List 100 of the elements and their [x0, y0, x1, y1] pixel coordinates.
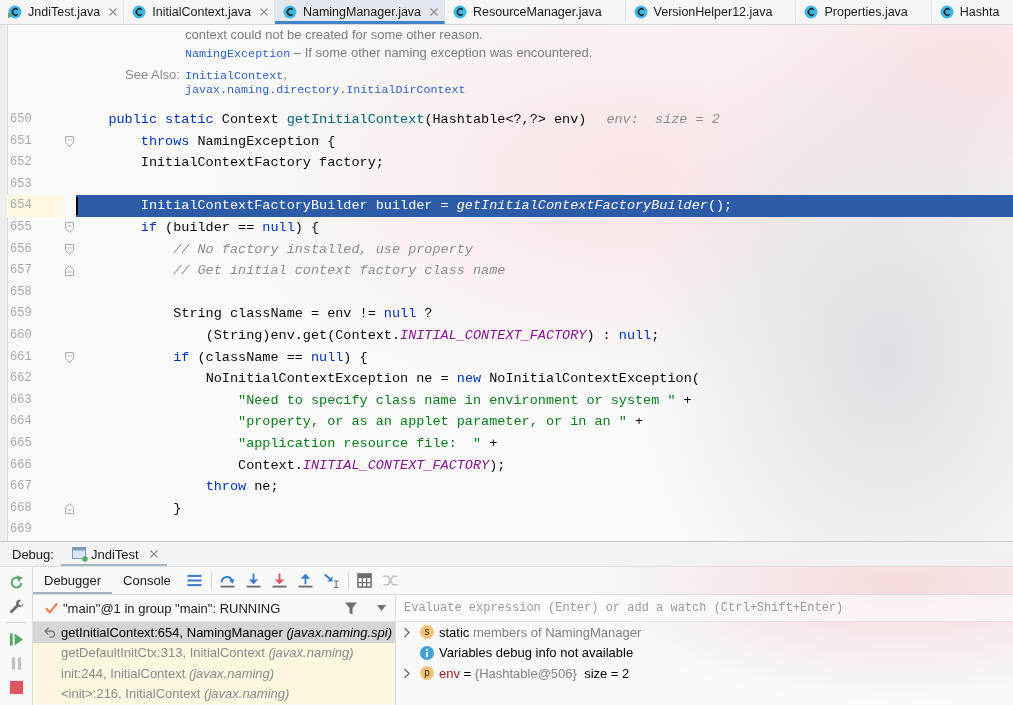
close-icon[interactable] — [149, 550, 158, 558]
fold-marker-icon[interactable] — [65, 503, 74, 514]
editor-tab[interactable]: Properties.java — [796, 0, 932, 24]
line-number: 664 — [9, 413, 33, 431]
editor-tab[interactable]: VersionHelper12.java — [625, 0, 797, 24]
see-also-label: See Also: — [125, 66, 181, 80]
wrench-icon — [8, 598, 24, 614]
editor-tab[interactable]: ResourceManager.java — [445, 0, 626, 24]
code-line: (String)env.get(Context.INITIAL_CONTEXT_FACTORY) : null; — [205, 326, 660, 345]
down-arrow-icon — [272, 573, 288, 588]
watch-input[interactable]: Evaluate expression (Enter) or add a watch (Ctrl+Shift+Enter) — [396, 595, 1013, 622]
line-number: 657 — [9, 262, 33, 280]
class-icon — [633, 5, 648, 19]
inline-value-hint: env: size = 2 — [606, 111, 720, 129]
line-number: 659 — [9, 305, 33, 323]
class-icon — [132, 5, 147, 19]
line-number: 653 — [9, 175, 33, 193]
info-icon — [420, 645, 434, 660]
line-number: 658 — [9, 283, 33, 301]
line-number: 666 — [9, 456, 33, 474]
line-number: 669 — [9, 521, 33, 539]
doc-link[interactable]: NamingException — [185, 47, 291, 61]
line-number: 663 — [9, 391, 33, 409]
runnable-class-icon — [8, 5, 22, 19]
line-number: 662 — [9, 370, 33, 388]
filter-icon[interactable] — [345, 601, 357, 615]
code-line: "application resource file: " + — [238, 434, 498, 453]
fold-marker-icon[interactable] — [65, 243, 74, 255]
chevron-icon[interactable] — [403, 626, 411, 638]
variable-label[interactable]: env = {Hashtable@506} size = 2 — [439, 665, 630, 681]
code-line: throw ne; — [205, 478, 279, 497]
class-icon — [282, 5, 297, 19]
line-number: 665 — [9, 434, 33, 452]
doc-text: NamingException – If some other naming exception was encountered. — [185, 44, 594, 62]
caret-icon[interactable] — [377, 605, 386, 611]
line-number: 651 — [9, 132, 33, 150]
editor-tab[interactable]: JndiTest.java — [0, 0, 125, 24]
text-caret — [76, 197, 78, 215]
debug-label: Debug: — [11, 546, 54, 562]
fold-marker-icon[interactable] — [65, 222, 74, 234]
editor-tab[interactable]: InitialContext.java — [124, 0, 275, 24]
arrow-cursor-icon — [324, 573, 340, 588]
down-arrow-icon — [246, 573, 262, 588]
stop-icon — [8, 679, 24, 695]
editor-tab[interactable]: Hashta — [931, 0, 1013, 24]
circular-arrow-icon — [8, 574, 24, 590]
code-line: } — [173, 499, 182, 518]
class-icon — [804, 5, 819, 19]
code-line: throws NamingException { — [140, 132, 336, 151]
variable-label[interactable]: static members of NamingManager — [439, 624, 642, 640]
close-icon[interactable] — [430, 8, 439, 16]
code-line: String className = env != null ? — [173, 305, 433, 324]
crossing-lines-icon — [383, 573, 399, 588]
curved-arrow-icon — [220, 573, 236, 588]
check-icon — [45, 602, 58, 614]
code-line: "Need to specify class name in environment or system " + — [238, 391, 692, 410]
doc-link[interactable]: InitialContext — [185, 69, 284, 83]
code-line: // Get initial context factory class name — [173, 262, 506, 281]
doc-link[interactable]: javax.naming.directory.InitialDirContext — [185, 83, 466, 97]
debug-session-tab[interactable]: JndiTest — [60, 542, 167, 566]
line-number: 668 — [9, 499, 33, 517]
stack-frame[interactable]: getInitialContext:654, NamingManager (javax.naming.spi) — [33, 622, 395, 643]
line-number: 660 — [9, 326, 33, 344]
thread-selector[interactable]: "main"@1 in group "main": RUNNING — [63, 600, 340, 616]
editor-tab[interactable]: NamingManager.java — [274, 0, 446, 24]
close-icon[interactable] — [109, 8, 118, 16]
static-icon: s — [420, 625, 434, 640]
line-number: 655 — [9, 218, 33, 236]
return-arrow-icon — [44, 626, 56, 638]
view-tab[interactable]: Console — [112, 567, 182, 594]
line-number: 661 — [9, 348, 33, 366]
doc-text: context could not be created for some other reason. — [185, 26, 484, 44]
code-line: public static Context getInitialContext(Hashtable<?,?> env) — [108, 111, 587, 129]
line-number: 654 — [7, 195, 63, 217]
code-line: NoInitialContextException ne = new NoInitialContextException( — [205, 370, 700, 389]
close-icon[interactable] — [259, 8, 268, 16]
code-line: InitialContextFactoryBuilder builder = getInitialContextFactoryBuilder(); — [140, 197, 733, 216]
window-icon — [71, 546, 88, 562]
class-icon — [453, 5, 468, 19]
lines-icon — [187, 573, 203, 588]
code-line: Context.INITIAL_CONTEXT_FACTORY); — [238, 456, 506, 475]
doc-text: InitialContext, — [185, 66, 288, 80]
fold-marker-icon[interactable] — [65, 135, 74, 147]
fold-marker-icon[interactable] — [65, 351, 74, 363]
fold-marker-icon[interactable] — [65, 265, 74, 277]
view-tab[interactable]: Debugger — [33, 567, 113, 594]
line-number: 652 — [9, 154, 33, 172]
code-line: // No factory installed, use property — [173, 240, 473, 259]
calculator-icon — [357, 573, 373, 588]
code-line: if (builder == null) { — [140, 218, 320, 237]
play-icon — [8, 631, 24, 647]
line-number: 667 — [9, 478, 33, 496]
line-number: 656 — [9, 240, 33, 258]
up-arrow-icon — [298, 573, 314, 588]
class-icon — [939, 5, 954, 19]
chevron-icon[interactable] — [403, 667, 411, 679]
code-line: "property, or as an applet parameter, or in an " + — [238, 413, 644, 432]
variable-label[interactable]: Variables debug info not available — [439, 645, 634, 661]
code-line: if (className == null) { — [173, 348, 368, 367]
code-line: InitialContextFactory factory; — [140, 154, 384, 173]
